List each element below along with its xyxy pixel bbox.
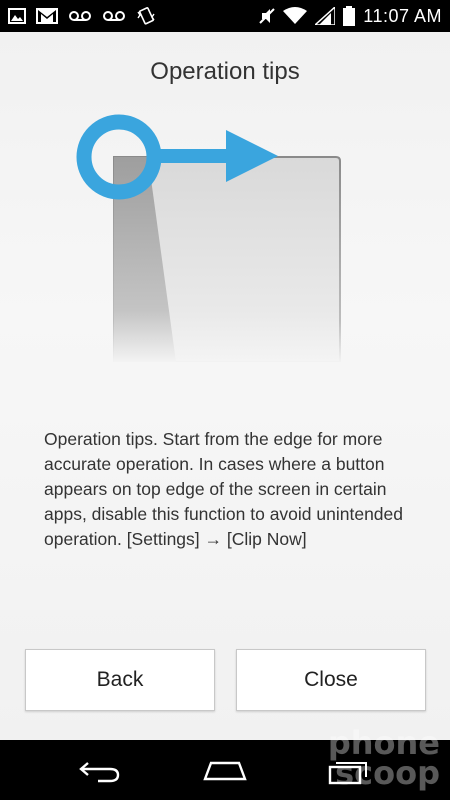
voicemail-icon bbox=[68, 10, 92, 22]
watermark-line2: scoop bbox=[335, 754, 440, 792]
wifi-icon bbox=[283, 7, 308, 25]
clock: 11:07 AM bbox=[363, 5, 442, 26]
back-icon[interactable] bbox=[70, 754, 130, 788]
tip-description: Operation tips. Start from the edge for … bbox=[44, 429, 404, 549]
battery-icon bbox=[343, 6, 356, 26]
close-button[interactable]: Close bbox=[236, 649, 426, 711]
gmail-icon bbox=[36, 8, 58, 24]
back-button[interactable]: Back bbox=[25, 649, 215, 711]
edge-swipe-illustration bbox=[66, 112, 356, 363]
home-icon[interactable] bbox=[195, 754, 255, 788]
dialog-title: Operation tips bbox=[150, 58, 300, 85]
signal-icon bbox=[315, 7, 336, 25]
operation-tips-dialog: Operation tips Operation tips. Start fro… bbox=[0, 32, 450, 740]
vibrate-icon bbox=[136, 6, 156, 26]
status-bar: 11:07 AM bbox=[0, 0, 450, 32]
phonescoop-watermark: phone scoop bbox=[290, 727, 440, 800]
mute-icon bbox=[259, 7, 275, 25]
image-icon bbox=[8, 8, 26, 24]
voicemail-icon bbox=[102, 10, 126, 22]
